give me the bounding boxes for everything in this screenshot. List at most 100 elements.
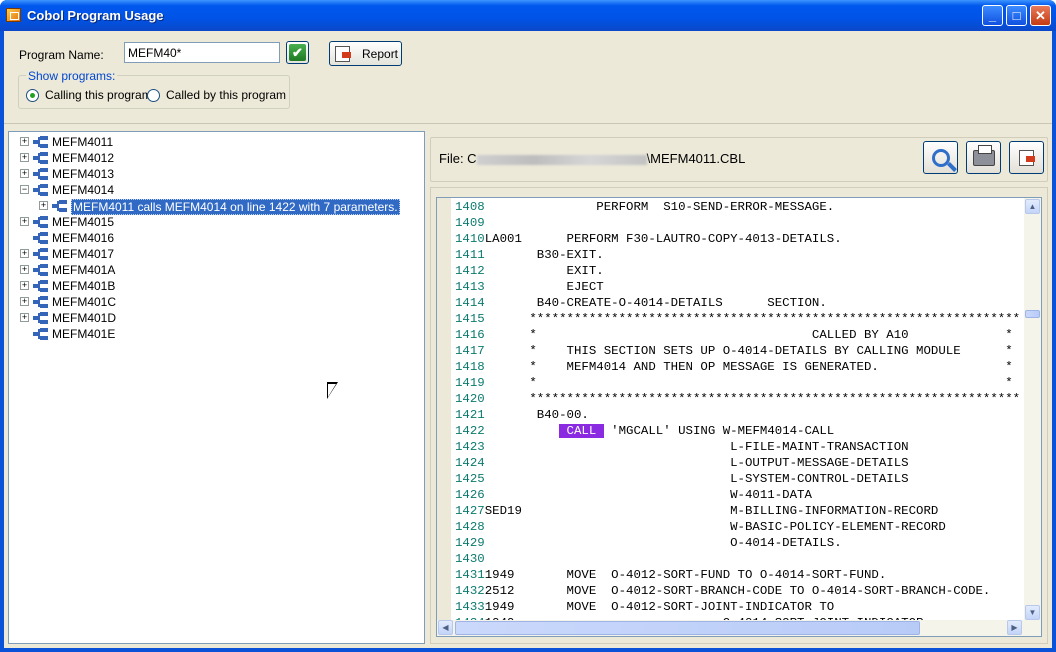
code-text: ****************************************… xyxy=(484,392,1021,406)
source-code-view[interactable]: 1408 PERFORM S10-SEND-ERROR-MESSAGE. 1409… xyxy=(436,197,1042,637)
line-number: 1413 xyxy=(455,280,485,294)
code-line: 1418 * MEFM4014 AND THEN OP MESSAGE IS G… xyxy=(455,359,1013,375)
tree-item-label: MEFM401D xyxy=(52,311,117,325)
tree-item[interactable]: MEFM4016 xyxy=(9,230,424,246)
line-number: 1431 xyxy=(455,568,485,582)
code-text: SED19 M-BILLING-INFORMATION-RECORD xyxy=(484,504,939,518)
program-hierarchy-icon xyxy=(33,327,49,341)
radio-calling-indicator[interactable] xyxy=(26,88,39,102)
tree-item[interactable]: + MEFM4013 xyxy=(9,166,424,182)
line-number: 1415 xyxy=(455,312,485,326)
code-panel: 1408 PERFORM S10-SEND-ERROR-MESSAGE. 1409… xyxy=(430,187,1048,644)
expand-icon[interactable]: + xyxy=(20,217,29,226)
minimize-button[interactable]: _ xyxy=(982,5,1003,26)
maximize-button[interactable]: □ xyxy=(1006,5,1027,26)
horizontal-scrollbar[interactable]: ◀ ▶ xyxy=(437,620,1041,636)
code-text: ****************************************… xyxy=(484,312,1021,326)
collapse-icon[interactable]: − xyxy=(20,185,29,194)
tree-item[interactable]: + MEFM4017 xyxy=(9,246,424,262)
tree-item[interactable]: + MEFM401A xyxy=(9,262,424,278)
radio-called-by-label: Called by this program xyxy=(166,88,287,102)
expand-icon[interactable]: + xyxy=(20,169,29,178)
radio-calling[interactable]: Calling this program xyxy=(26,88,152,102)
tree-item-label: MEFM4017 xyxy=(52,247,115,261)
print-button[interactable] xyxy=(966,141,1001,174)
expand-icon[interactable]: + xyxy=(20,153,29,162)
code-line: 1412 EXIT. xyxy=(455,263,604,279)
report-button[interactable]: Report xyxy=(329,41,402,66)
code-line: 1420 ***********************************… xyxy=(455,391,1020,407)
line-number: 1426 xyxy=(455,488,485,502)
report-button-label: Report xyxy=(362,46,399,61)
client-area: Program Name: ✔ Report Show programs: Ca… xyxy=(4,31,1052,648)
line-number: 1412 xyxy=(455,264,485,278)
magnifier-icon xyxy=(931,148,950,167)
code-text: * CALLED BY A10 * xyxy=(484,328,1013,342)
tree-item[interactable]: − MEFM4014 xyxy=(9,182,424,198)
code-text: B40-CREATE-O-4014-DETAILS SECTION. xyxy=(484,296,827,310)
expand-icon[interactable]: + xyxy=(20,137,29,146)
expand-icon[interactable]: + xyxy=(39,201,48,210)
tree-item-label: MEFM4016 xyxy=(52,231,115,245)
line-number: 1420 xyxy=(455,392,485,406)
program-hierarchy-icon xyxy=(33,231,49,245)
expand-icon[interactable]: + xyxy=(20,313,29,322)
tree-item[interactable]: + MEFM4011 xyxy=(9,134,424,150)
vertical-scroll-thumb[interactable] xyxy=(1025,310,1040,318)
program-hierarchy-icon xyxy=(33,167,49,181)
program-hierarchy-icon xyxy=(33,215,49,229)
apply-button[interactable]: ✔ xyxy=(286,41,309,64)
expand-icon[interactable]: + xyxy=(20,297,29,306)
expand-icon[interactable]: + xyxy=(20,265,29,274)
code-text: PERFORM S10-SEND-ERROR-MESSAGE. xyxy=(484,200,835,214)
tree-item[interactable]: + MEFM4012 xyxy=(9,150,424,166)
tree-item[interactable]: + MEFM401C xyxy=(9,294,424,310)
title-bar[interactable]: Cobol Program Usage _ □ ✕ xyxy=(0,0,1056,31)
vertical-scrollbar[interactable]: ▲ ▼ xyxy=(1024,198,1041,622)
line-number: 1409 xyxy=(455,216,485,230)
code-text: W-BASIC-POLICY-ELEMENT-RECORD xyxy=(484,520,946,534)
export-button[interactable] xyxy=(1009,141,1044,174)
tree-item[interactable]: MEFM401E xyxy=(9,326,424,342)
checkmark-icon: ✔ xyxy=(289,44,306,61)
tree-item-label: MEFM401A xyxy=(52,263,116,277)
line-number: 1423 xyxy=(455,440,485,454)
radio-called-by[interactable]: Called by this program xyxy=(147,88,286,102)
code-line: 1430 xyxy=(455,551,485,567)
tree-child-item[interactable]: + MEFM4011 calls MEFM4014 on line 1422 wi… xyxy=(9,198,424,215)
code-line: 14331949 MOVE O-4012-SORT-JOINT-INDICATO… xyxy=(455,599,834,615)
radio-calling-label: Calling this program xyxy=(45,88,152,102)
horizontal-scroll-thumb[interactable] xyxy=(455,621,920,635)
expand-icon[interactable]: + xyxy=(20,249,29,258)
code-line: 1423 L-FILE-MAINT-TRANSACTION xyxy=(455,439,909,455)
program-name-input[interactable] xyxy=(124,42,280,63)
tree-item[interactable]: + MEFM401D xyxy=(9,310,424,326)
code-line: 1419 * * xyxy=(455,375,1013,391)
close-button[interactable]: ✕ xyxy=(1030,5,1051,26)
line-number: 1430 xyxy=(455,552,485,566)
scroll-down-button[interactable]: ▼ xyxy=(1025,605,1040,620)
radio-called-by-indicator[interactable] xyxy=(147,88,160,102)
code-text: 2512 MOVE O-4012-SORT-BRANCH-CODE TO O-4… xyxy=(484,584,991,598)
line-number: 1429 xyxy=(455,536,485,550)
code-line: 1408 PERFORM S10-SEND-ERROR-MESSAGE. xyxy=(455,199,834,215)
code-line: 1414 B40-CREATE-O-4014-DETAILS SECTION. xyxy=(455,295,827,311)
line-number: 1418 xyxy=(455,360,485,374)
tree-item-label: MEFM4015 xyxy=(52,215,115,229)
scroll-right-button[interactable]: ▶ xyxy=(1007,620,1022,635)
tree-item-label: MEFM401E xyxy=(52,327,116,341)
program-hierarchy-icon xyxy=(52,199,68,213)
code-line: 1425 L-SYSTEM-CONTROL-DETAILS xyxy=(455,471,909,487)
scroll-left-button[interactable]: ◀ xyxy=(438,620,453,635)
tree-item[interactable]: + MEFM401B xyxy=(9,278,424,294)
program-tree[interactable]: + MEFM4011 + MEFM4012 + MEFM4013 − MEFM4014 + MEF… xyxy=(8,131,425,644)
code-text: L-SYSTEM-CONTROL-DETAILS xyxy=(484,472,909,486)
scroll-up-button[interactable]: ▲ xyxy=(1025,199,1040,214)
tree-item[interactable]: + MEFM4015 xyxy=(9,214,424,230)
code-text: B40-00. xyxy=(484,408,589,422)
program-hierarchy-icon xyxy=(33,263,49,277)
code-line: 1413 EJECT xyxy=(455,279,604,295)
expand-icon[interactable]: + xyxy=(20,281,29,290)
program-hierarchy-icon xyxy=(33,135,49,149)
search-button[interactable] xyxy=(923,141,958,174)
